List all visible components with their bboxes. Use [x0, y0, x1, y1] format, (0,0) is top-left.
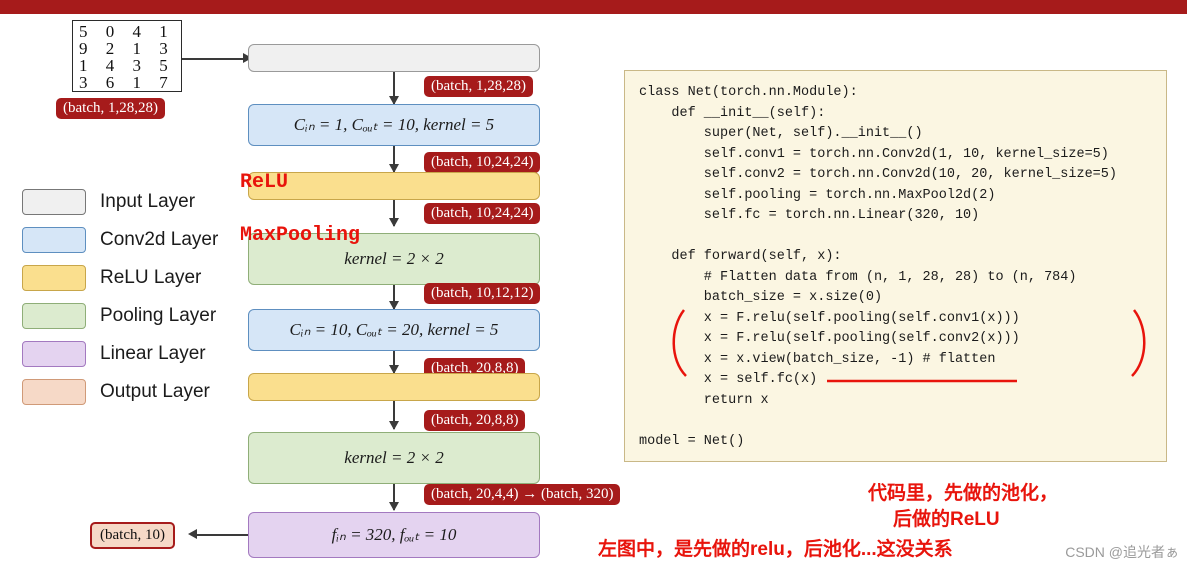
annotation-line-2: 后做的ReLU — [893, 509, 1000, 530]
maxpooling-red-label: MaxPooling — [240, 224, 361, 247]
code-panel: class Net(torch.nn.Module): def __init__… — [624, 70, 1167, 462]
arrow-conv1-to-relu1 — [389, 146, 399, 173]
legend-label-relu: ReLU Layer — [100, 267, 202, 288]
legend-item-linear: Linear Layer — [22, 335, 218, 373]
code-line: def __init__(self): — [639, 105, 826, 121]
code-line: self.conv1 = torch.nn.Conv2d(1, 10, kern… — [639, 146, 1109, 162]
code-line: x = F.relu(self.pooling(self.conv2(x))) — [639, 331, 1020, 346]
code-line: def forward(self, x): — [639, 249, 842, 264]
digits-row: 3 6 1 7 — [79, 73, 175, 92]
linear-label: fᵢₙ = 320, fₒᵤₜ = 10 — [331, 525, 457, 544]
legend-label-conv2d: Conv2d Layer — [100, 229, 219, 250]
legend-label-linear: Linear Layer — [100, 343, 206, 364]
relu2-node — [248, 373, 540, 401]
maxpool1-label: kernel = 2 × 2 — [344, 249, 444, 268]
legend-swatch-relu — [22, 265, 86, 291]
code-line: self.fc = torch.nn.Linear(320, 10) — [639, 208, 980, 223]
shape-tag-1: (batch, 1,28,28) — [424, 76, 533, 97]
code-line: super(Net, self).__init__() — [639, 126, 923, 141]
annotation-line-3: 左图中，是先做的relu，后池化...这没关系 — [598, 539, 953, 560]
relu1-node — [248, 172, 540, 200]
watermark: CSDN @追光者ぁ — [1065, 544, 1179, 560]
arrow-relu1-to-pool1 — [389, 200, 399, 227]
linear-node: fᵢₙ = 320, fₒᵤₜ = 10 — [248, 512, 540, 558]
output-shape-tag: (batch, 10) — [90, 522, 175, 549]
legend-item-conv2d: Conv2d Layer — [22, 221, 218, 259]
annotation-line-1: 代码里，先做的池化， — [868, 483, 1059, 504]
top-banner — [0, 0, 1187, 14]
arrow-pool1-to-conv2 — [389, 285, 399, 310]
conv2-label: Cᵢₙ = 10, Cₒᵤₜ = 20, kernel = 5 — [289, 320, 499, 339]
maxpool2-node: kernel = 2 × 2 — [248, 432, 540, 484]
legend-label-pooling: Pooling Layer — [100, 305, 217, 326]
legend-item-relu: ReLU Layer — [22, 259, 218, 297]
shape-tag-7: (batch, 20,4,4) → (batch, 320) — [424, 484, 621, 505]
output-connector-arrow — [188, 529, 197, 539]
conv1-label: Cᵢₙ = 1, Cₒᵤₜ = 10, kernel = 5 — [293, 115, 495, 134]
code-line: x = self.fc(x) — [639, 372, 818, 387]
code-line: x = F.relu(self.pooling(self.conv1(x))) — [639, 310, 1020, 326]
code-line: model = Net() — [639, 433, 745, 449]
legend-swatch-pooling — [22, 303, 86, 329]
code-line: return x — [639, 392, 769, 408]
arrow-relu2-to-pool2 — [389, 401, 399, 430]
relu-red-label: ReLU — [240, 171, 289, 194]
legend-item-input: Input Layer — [22, 183, 218, 221]
legend-item-output: Output Layer — [22, 373, 218, 411]
arrow-pool2-to-linear — [389, 484, 399, 511]
code-line: x = x.view(batch_size, -1) # flatten — [639, 351, 996, 367]
digits-row: 5 0 4 1 — [79, 22, 175, 41]
legend-swatch-input — [22, 189, 86, 215]
code-line: self.conv2 = torch.nn.Conv2d(10, 20, ker… — [639, 167, 1117, 182]
conv2-node: Cᵢₙ = 10, Cₒᵤₜ = 20, kernel = 5 — [248, 309, 540, 351]
legend-item-pooling: Pooling Layer — [22, 297, 218, 335]
arrow-conv2-to-relu2 — [389, 351, 399, 374]
code-line: # Flatten data from (n, 1, 28, 28) to (n… — [639, 269, 1077, 285]
digits-row: 9 2 1 3 — [79, 39, 175, 58]
shape-tag-2: (batch, 10,24,24) — [424, 152, 541, 173]
legend-label-output: Output Layer — [100, 381, 210, 402]
code-line: class Net(torch.nn.Module): — [639, 85, 858, 100]
input-connector — [182, 58, 244, 60]
input-shape-tag: (batch, 1,28,28) — [56, 98, 165, 119]
code-line: batch_size = x.size(0) — [639, 290, 883, 305]
input-layer-node — [248, 44, 540, 72]
output-connector — [196, 534, 248, 536]
shape-tag-3: (batch, 10,24,24) — [424, 203, 541, 224]
shape-tag-6: (batch, 20,8,8) — [424, 410, 526, 431]
digits-row: 1 4 3 5 — [79, 56, 175, 75]
legend-label-input: Input Layer — [100, 191, 196, 212]
legend-swatch-linear — [22, 341, 86, 367]
shape-tag-4: (batch, 10,12,12) — [424, 283, 541, 304]
arrow-input-to-conv1 — [389, 72, 399, 105]
maxpool2-label: kernel = 2 × 2 — [344, 448, 444, 467]
mnist-digits-sample: 5 0 4 1 9 2 1 3 1 4 3 5 3 6 1 7 — [72, 20, 182, 92]
legend: Input Layer Conv2d Layer ReLU Layer Pool… — [22, 183, 218, 411]
code-line: self.pooling = torch.nn.MaxPool2d(2) — [639, 187, 996, 203]
legend-swatch-conv2d — [22, 227, 86, 253]
conv1-node: Cᵢₙ = 1, Cₒᵤₜ = 10, kernel = 5 — [248, 104, 540, 146]
legend-swatch-output — [22, 379, 86, 405]
